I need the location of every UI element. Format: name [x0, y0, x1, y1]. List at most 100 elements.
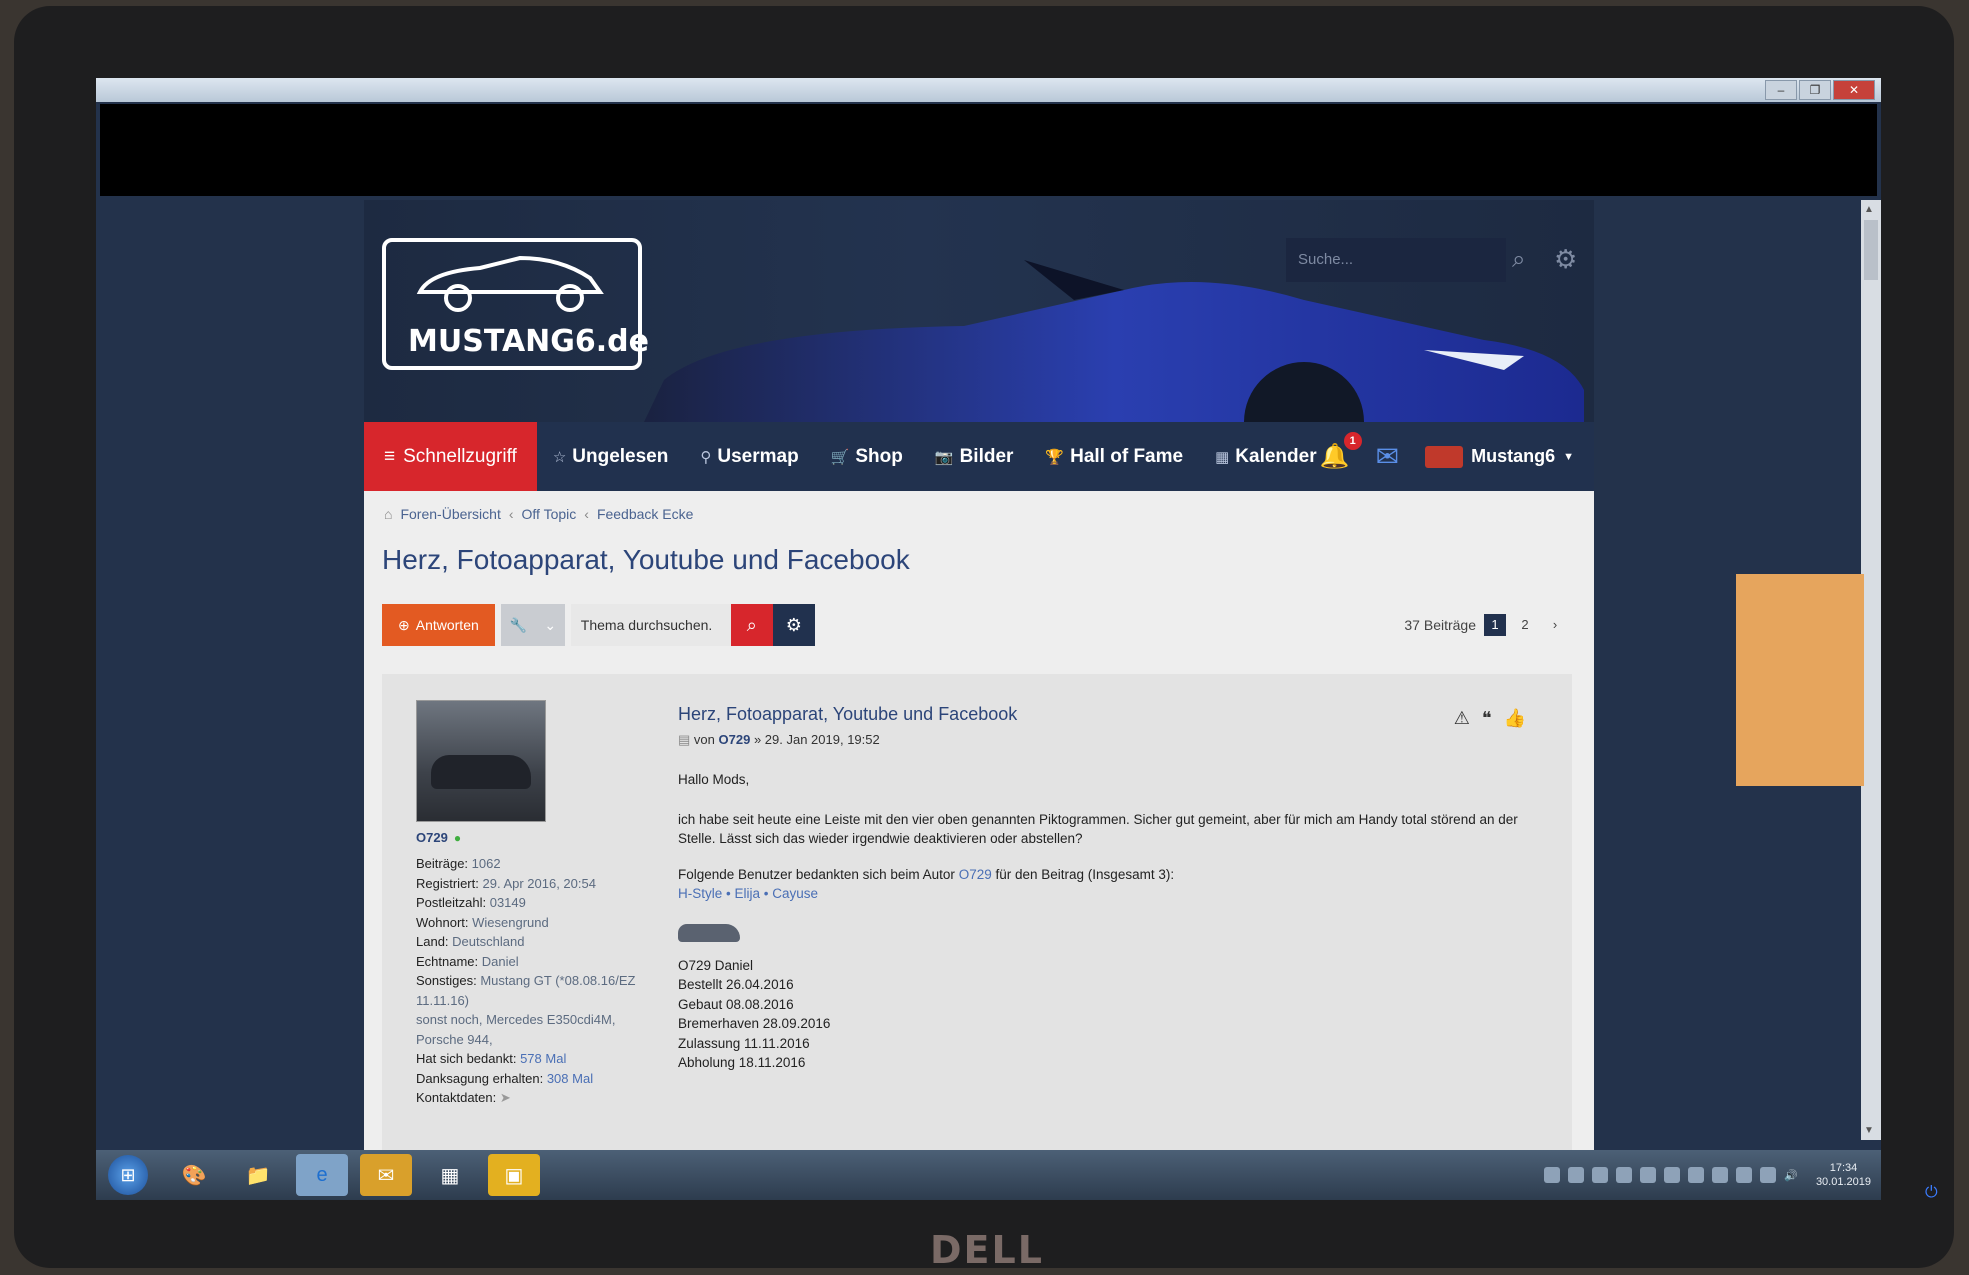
system-tray: 🔊 17:34 30.01.2019 [1544, 1150, 1871, 1200]
taskbar-app-ie[interactable]: e [296, 1154, 348, 1196]
reply-label: Antworten [415, 617, 479, 633]
volume-icon[interactable]: 🔊 [1784, 1169, 1798, 1182]
tray-icon[interactable] [1712, 1167, 1729, 1183]
profile-row: Wohnort: Wiesengrund [416, 913, 666, 933]
topic-search-input[interactable]: Thema durchsuchen. [570, 604, 731, 646]
signature-line: O729 Daniel [678, 957, 754, 973]
nav-quick-access[interactable]: ≡ Schnellzugriff [364, 422, 537, 491]
topic-search-button[interactable]: ⌕ [730, 604, 773, 646]
trophy-icon: 🏆 [1045, 448, 1065, 466]
profile-label: Postleitzahl: [416, 895, 487, 910]
profile-details: Beiträge: 1062 Registriert: 29. Apr 2016… [416, 854, 666, 1108]
profile-row: Danksagung erhalten: 308 Mal [416, 1069, 666, 1089]
nav-label: Kalender [1235, 445, 1317, 467]
profile-row: Land: Deutschland [416, 932, 666, 952]
nav-item-shop[interactable]: 🛒 Shop [815, 446, 919, 468]
site-search-input[interactable]: Suche... [1286, 238, 1506, 282]
clock[interactable]: 17:34 30.01.2019 [1816, 1161, 1871, 1189]
scroll-up-icon[interactable]: ▲ [1864, 204, 1874, 215]
logo-text: MUSTANG6.de [408, 324, 649, 359]
nav-item-hall-of-fame[interactable]: 🏆 Hall of Fame [1029, 446, 1199, 468]
quote-icon[interactable]: ❝ [1482, 708, 1492, 729]
signature-line: Zulassung 11.11.2016 [678, 1035, 810, 1051]
notifications-button[interactable]: 🔔 1 [1320, 432, 1362, 471]
minimize-button[interactable]: – [1765, 80, 1797, 100]
advanced-search-button[interactable]: ⚙ [772, 604, 815, 646]
windows-logo-icon: ⊞ [120, 1165, 136, 1185]
post-title[interactable]: Herz, Fotoapparat, Youtube und Facebook [678, 704, 1017, 725]
site-logo[interactable]: MUSTANG6.de [382, 238, 649, 370]
start-button[interactable]: ⊞ [108, 1155, 148, 1195]
user-menu[interactable]: Mustang6 ▼ [1425, 445, 1574, 468]
report-icon[interactable]: ⚠ [1454, 708, 1470, 729]
tray-icon[interactable] [1688, 1167, 1705, 1183]
taskbar-app-outlook[interactable]: ✉ [360, 1154, 412, 1196]
thanks-received-link[interactable]: 308 Mal [547, 1071, 593, 1086]
thumbs-up-icon[interactable]: 👍 [1504, 708, 1526, 729]
nav-label: Usermap [717, 445, 799, 467]
tray-icon[interactable] [1760, 1167, 1777, 1183]
taskbar-app-gs[interactable]: ▣ [488, 1154, 540, 1196]
thanks-given-link[interactable]: 578 Mal [520, 1051, 566, 1066]
paper-plane-icon[interactable]: ➤ [500, 1090, 511, 1105]
breadcrumb-item[interactable]: Feedback Ecke [597, 506, 694, 522]
reply-button[interactable]: ⊕ Antworten [382, 604, 495, 646]
nav-item-usermap[interactable]: ⚲ Usermap [684, 446, 814, 468]
post-body: Hallo Mods, ich habe seit heute eine Lei… [678, 770, 1538, 1073]
tray-icon[interactable] [1664, 1167, 1681, 1183]
forum-page: MUSTANG6.de Suche... ⌕ ⚙ ≡ Schnellzugrif… [364, 200, 1594, 1200]
profile-label: Echtname: [416, 953, 479, 969]
page-link-current[interactable]: 1 [1484, 614, 1506, 636]
post-author-link[interactable]: O729 [719, 732, 751, 747]
scroll-down-icon[interactable]: ▼ [1864, 1125, 1874, 1136]
logo-car-icon [416, 255, 604, 312]
topic-toolbar: ⊕ Antworten 🔧 ⌄ Thema durchsuchen. ⌕ ⚙ [382, 604, 815, 646]
nav-quick-access-label: Schnellzugriff [403, 445, 517, 467]
nav-item-kalender[interactable]: ▦ Kalender [1199, 446, 1333, 468]
topic-title[interactable]: Herz, Fotoapparat, Youtube und Facebook [382, 544, 910, 576]
scroll-thumb[interactable] [1864, 220, 1878, 280]
profile-row: Hat sich bedankt: 578 Mal [416, 1049, 666, 1069]
tray-icon[interactable] [1544, 1167, 1561, 1183]
profile-row: sonst noch, Mercedes E350cdi4M, Porsche … [416, 1010, 666, 1049]
maximize-button[interactable]: ❐ [1799, 80, 1831, 100]
signature-line: Bestellt 26.04.2016 [678, 977, 794, 992]
breadcrumb-item[interactable]: Off Topic [522, 506, 577, 522]
tray-icon[interactable] [1616, 1167, 1633, 1183]
taskbar-app-tool[interactable]: ▦ [424, 1154, 476, 1196]
next-page-icon[interactable]: › [1544, 614, 1566, 636]
tray-icon[interactable] [1736, 1167, 1753, 1183]
tray-icon[interactable] [1640, 1167, 1657, 1183]
breadcrumb-item[interactable]: Foren-Übersicht [400, 506, 500, 522]
avatar[interactable] [416, 700, 546, 822]
tray-icon[interactable] [1592, 1167, 1609, 1183]
nav-label: Bilder [959, 445, 1014, 467]
profile-row: Beiträge: 1062 [416, 854, 666, 874]
profile-username[interactable]: O729 ● [416, 830, 461, 845]
profile-value: 03149 [489, 895, 526, 910]
gear-icon[interactable]: ⚙ [1554, 244, 1577, 275]
window-titlebar: – ❐ ✕ [96, 78, 1881, 102]
post-count: 37 Beiträge [1404, 617, 1476, 633]
search-icon[interactable]: ⌕ [1512, 246, 1525, 274]
nav-item-bilder[interactable]: 📷 Bilder [919, 446, 1030, 468]
clock-time: 17:34 [1829, 1162, 1858, 1174]
topic-tools-button[interactable]: 🔧 ⌄ [500, 604, 565, 646]
pagination: 37 Beiträge 1 2 › [1404, 614, 1566, 636]
paint-icon: 🎨 [181, 1164, 207, 1187]
menu-icon: ≡ [384, 445, 396, 467]
thanks-prefix: Folgende Benutzer bedankten sich beim Au… [678, 866, 955, 882]
nav-label: Shop [855, 445, 903, 467]
scrollbar[interactable]: ▲ ▼ [1861, 200, 1881, 1140]
taskbar-app-explorer[interactable]: 📁 [232, 1154, 284, 1196]
power-icon[interactable]: ⏻ [1925, 1184, 1938, 1202]
mail-icon[interactable]: ✉ [1376, 440, 1399, 473]
tray-icon[interactable] [1568, 1167, 1585, 1183]
thanks-author-link[interactable]: O729 [959, 867, 992, 882]
thanks-users[interactable]: H-Style • Elija • Cayuse [678, 884, 1538, 904]
page-link[interactable]: 2 [1514, 614, 1536, 636]
taskbar-app-paint[interactable]: 🎨 [168, 1154, 220, 1196]
nav-item-ungelesen[interactable]: ☆ Ungelesen [537, 446, 685, 468]
outlook-icon: ✉ [377, 1164, 395, 1187]
close-button[interactable]: ✕ [1833, 80, 1875, 100]
